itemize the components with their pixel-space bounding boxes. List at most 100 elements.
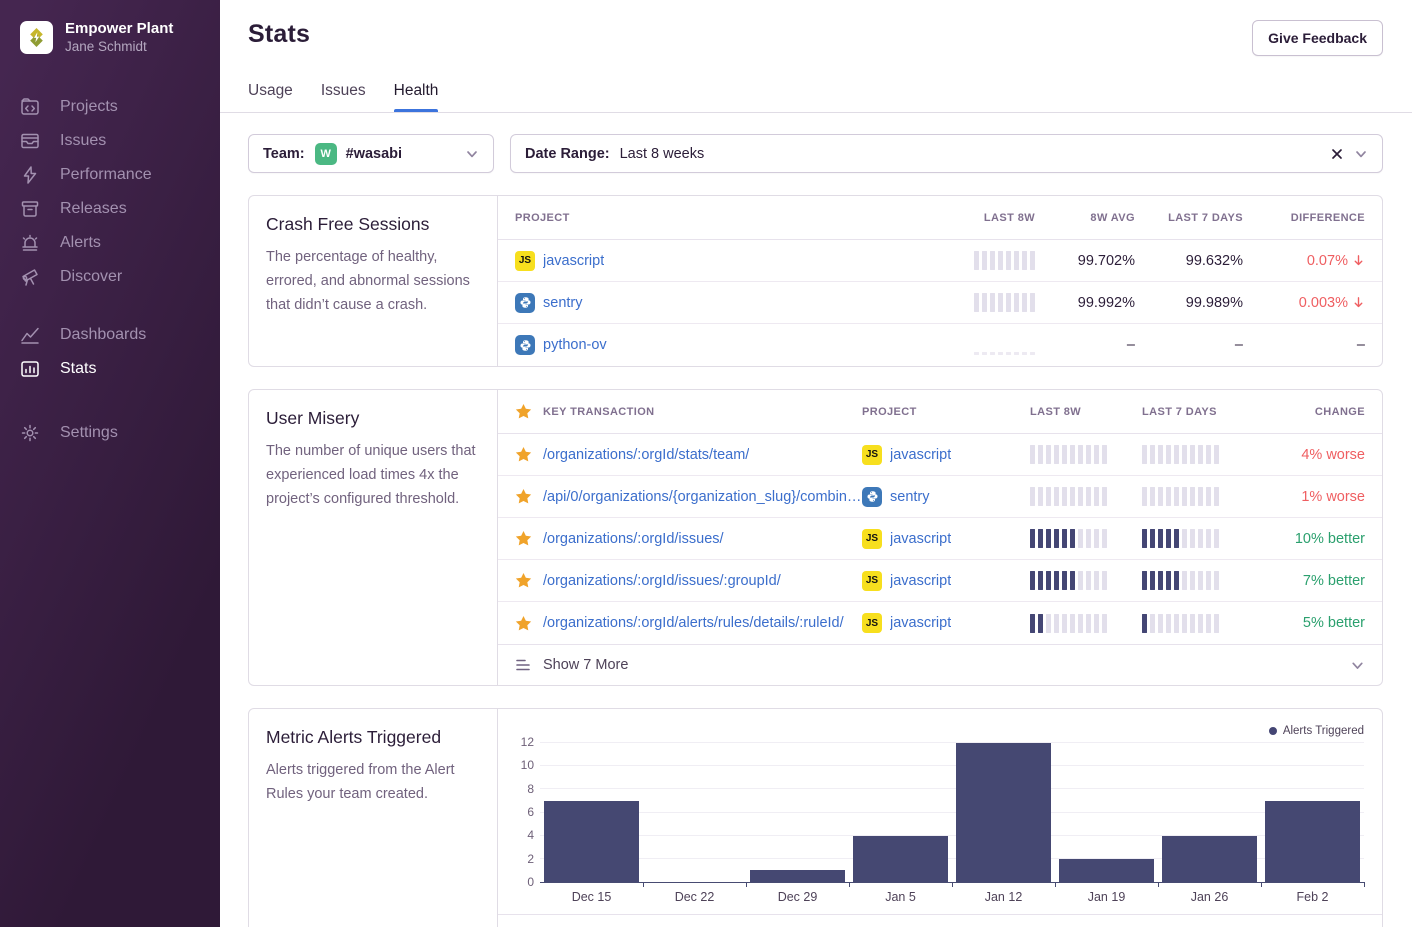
user-misery-row-5: /organizations/:orgId/alerts/rules/detai… [498,602,1382,644]
y-tick-label: 6 [527,805,534,819]
transaction-link[interactable]: /organizations/:orgId/alerts/rules/detai… [543,615,844,631]
sidebar-item-settings[interactable]: Settings [20,416,220,450]
sidebar-item-label: Stats [60,360,96,378]
chart-bar-dec-22[interactable] [643,743,746,882]
col-difference: DIFFERENCE [1243,212,1365,224]
difference-value: – [1357,337,1365,353]
project-link[interactable]: javascript [890,573,951,589]
page-title: Stats [248,20,310,49]
y-tick-label: 8 [527,782,534,796]
panel-subtitle: Alerts triggered from the Alert Rules yo… [266,759,477,807]
sidebar: Empower Plant Jane Schmidt Projects Issue… [0,0,220,927]
chart-bar-dec-29[interactable] [746,743,849,882]
sidebar-item-projects[interactable]: Projects [20,90,220,124]
tab-issues[interactable]: Issues [321,82,366,112]
sidebar-item-discover[interactable]: Discover [20,260,220,294]
tab-usage[interactable]: Usage [248,82,293,112]
chart-bar-feb-2[interactable] [1261,743,1364,882]
list-icon [515,657,531,673]
team-avatar: W [315,143,337,165]
difference-value: 0.07% [1307,253,1365,269]
sidebar-item-dashboards[interactable]: Dashboards [20,318,220,352]
project-link[interactable]: sentry [543,295,583,311]
alerts-icon [20,233,40,253]
sidebar-item-label: Issues [60,132,106,150]
project-link[interactable]: javascript [890,615,951,631]
chevron-down-icon [1354,147,1368,161]
tab-health[interactable]: Health [394,82,439,112]
chart-bar-jan-26[interactable] [1158,743,1261,882]
sparkline [1142,487,1255,506]
releases-icon [20,199,40,219]
sparkline [1030,614,1142,633]
sidebar-item-performance[interactable]: Performance [20,158,220,192]
avg-8w-value: – [1035,337,1135,353]
star-icon [515,530,532,547]
stats-icon [20,359,40,379]
main-area: Stats Give Feedback Usage Issues Health Te… [220,0,1412,927]
chart-legend[interactable]: Alerts Triggered [512,723,1364,739]
x-tick-label: Jan 19 [1055,890,1158,904]
project-link[interactable]: sentry [890,489,930,505]
crash-free-table-header: PROJECT LAST 8W 8W AVG LAST 7 DAYS DIFFE… [498,196,1382,240]
discover-icon [20,267,40,287]
date-range-select[interactable]: Date Range: Last 8 weeks [510,134,1383,173]
chart-bar-jan-12[interactable] [952,743,1055,882]
chart-bar-jan-5[interactable] [849,743,952,882]
chart-bar-jan-19[interactable] [1055,743,1158,882]
project-link[interactable]: javascript [890,531,951,547]
sidebar-item-stats[interactable]: Stats [20,352,220,386]
project-link[interactable]: python-ov [543,337,607,353]
transaction-link[interactable]: /organizations/:orgId/issues/ [543,531,724,547]
javascript-icon: JS [862,613,882,633]
projects-icon [20,97,40,117]
panel-subtitle: The number of unique users that experien… [266,440,477,512]
change-value: 4% worse [1255,447,1365,463]
team-select[interactable]: Team: W #wasabi [248,134,494,173]
star-icon [515,615,532,632]
change-value: 7% better [1255,573,1365,589]
change-value: 1% worse [1255,489,1365,505]
project-link[interactable]: javascript [890,447,951,463]
transaction-link[interactable]: /organizations/:orgId/stats/team/ [543,447,749,463]
sidebar-item-issues[interactable]: Issues [20,124,220,158]
star-icon [515,488,532,505]
sidebar-item-label: Alerts [60,234,101,252]
y-tick-label: 10 [521,758,534,772]
chart-plot [540,743,1364,883]
chevron-down-icon[interactable] [1350,658,1365,673]
transaction-link[interactable]: /organizations/:orgId/issues/:groupId/ [543,573,781,589]
give-feedback-button[interactable]: Give Feedback [1252,20,1383,56]
legend-dot-icon [1269,727,1277,735]
alerts-triggered-chart: Alerts Triggered 024681012 Dec 15Dec 22D… [498,709,1382,914]
org-switcher[interactable]: Empower Plant Jane Schmidt [20,20,220,56]
python-icon [862,487,882,507]
sparkline [974,251,1035,270]
legend-label: Alerts Triggered [1283,725,1364,737]
chart-x-axis: Dec 15Dec 22Dec 29Jan 5Jan 12Jan 19Jan 2… [540,883,1364,914]
sparkline [1030,571,1142,590]
show-more-button[interactable]: Show 7 More [498,644,1382,685]
sidebar-item-alerts[interactable]: Alerts [20,226,220,260]
chart-bar-dec-15[interactable] [540,743,643,882]
panel-subtitle: The percentage of healthy, errored, and … [266,246,477,318]
change-value: 10% better [1255,531,1365,547]
crash-free-table: PROJECT LAST 8W 8W AVG LAST 7 DAYS DIFFE… [498,196,1382,366]
col-project: PROJECT [515,212,925,224]
x-tick-label: Dec 22 [643,890,746,904]
col-last-8w: LAST 8W [1030,406,1142,418]
transaction-link[interactable]: /api/0/organizations/{organization_slug}… [543,489,862,505]
x-tick-label: Jan 26 [1158,890,1261,904]
crash-free-row-javascript: JSjavascript99.702%99.632%0.07% [498,240,1382,282]
clear-icon[interactable] [1330,147,1344,161]
sidebar-item-releases[interactable]: Releases [20,192,220,226]
project-link[interactable]: javascript [543,253,604,269]
star-icon [515,403,532,420]
y-tick-label: 4 [527,828,534,842]
empower-plant-logo [26,27,47,48]
javascript-icon: JS [515,251,535,271]
dashboards-icon [20,325,40,345]
metric-alerts-description: Metric Alerts Triggered Alerts triggered… [249,709,498,927]
x-tick-label: Feb 2 [1261,890,1364,904]
sparkline [974,293,1035,312]
